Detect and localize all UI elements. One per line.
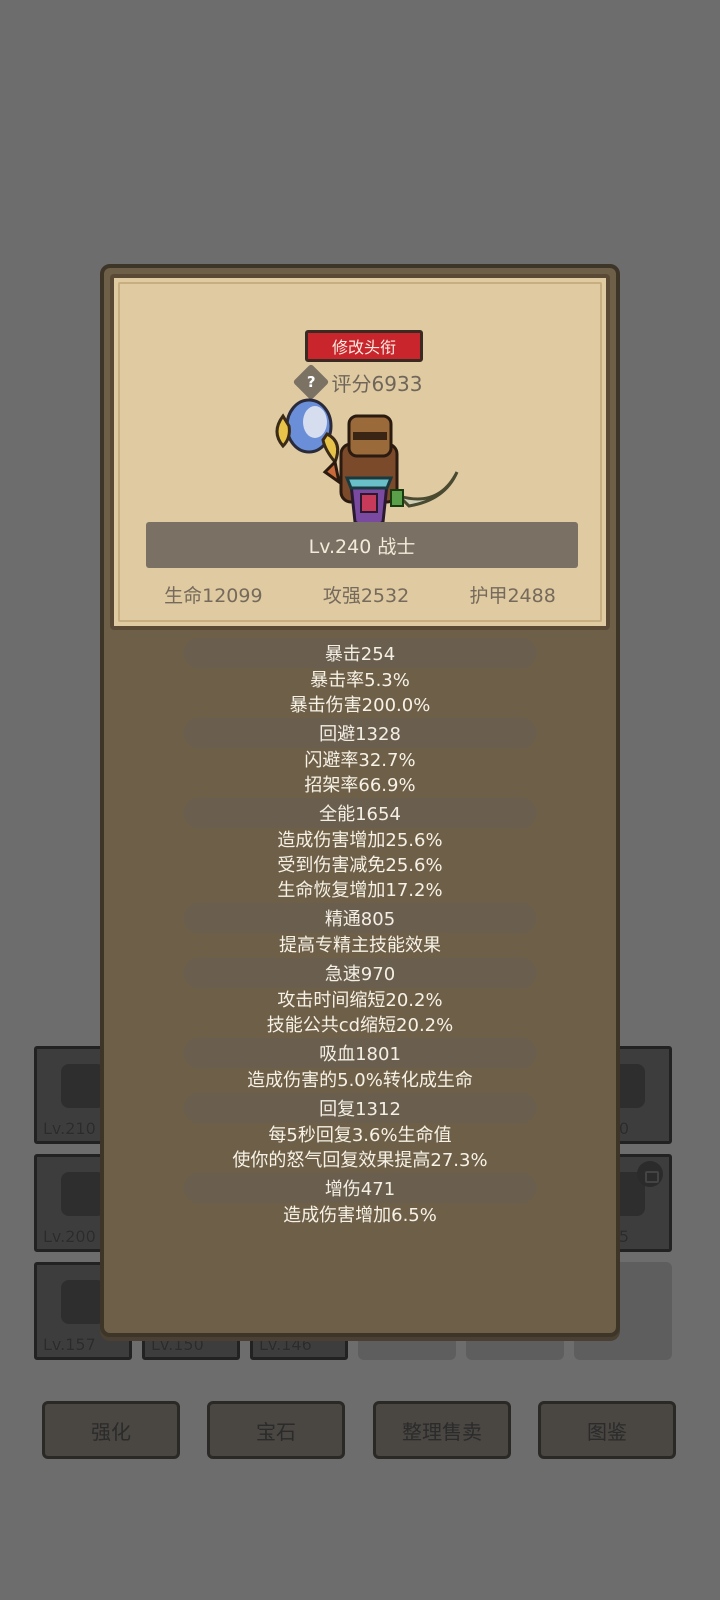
stat-attack-power: 攻强2532: [322, 584, 410, 607]
change-title-button[interactable]: 修改头衔: [305, 330, 423, 362]
stat-armor: 护甲2488: [469, 584, 556, 607]
stat-line: 暴击率5.3%: [310, 670, 410, 691]
stat-line: 造成伤害增加25.6%: [277, 830, 443, 851]
character-stats-modal: 修改头衔 ? 评分6933 Lv.240 战士 生命12099 攻强2532 护…: [100, 264, 620, 1337]
stat-header-mastery: 精通805: [184, 903, 536, 933]
stat-line: 生命恢复增加17.2%: [277, 880, 443, 901]
base-stats: 生命12099 攻强2532 护甲2488: [114, 576, 606, 612]
level-class-bar: Lv.240 战士: [146, 522, 578, 568]
stat-line: 闪避率32.7%: [304, 750, 416, 771]
slot-level: Lv.157: [43, 1335, 96, 1354]
enhance-button[interactable]: 强化: [42, 1401, 180, 1459]
stat-header-lifesteal: 吸血1801: [184, 1038, 536, 1068]
stat-line: 暴击伤害200.0%: [289, 695, 431, 716]
gem-button[interactable]: 宝石: [207, 1401, 345, 1459]
lock-icon: [637, 1161, 663, 1187]
stat-hp: 生命12099: [164, 584, 263, 607]
score-value: 评分6933: [331, 371, 423, 396]
slot-level: Lv.146: [259, 1335, 312, 1354]
stat-header-haste: 急速970: [184, 958, 536, 988]
stat-header-versatility: 全能1654: [184, 798, 536, 828]
stat-header-crit: 暴击254: [184, 638, 536, 668]
stat-header-dodge: 回避1328: [184, 718, 536, 748]
item-icon: [61, 1063, 105, 1108]
item-icon: [61, 1279, 105, 1324]
sort-sell-button[interactable]: 整理售卖: [373, 1401, 511, 1459]
stat-line: 招架率66.9%: [304, 775, 416, 796]
stat-line: 每5秒回复3.6%生命值: [268, 1125, 452, 1146]
stat-line: 提高专精主技能效果: [279, 935, 441, 956]
stat-line: 技能公共cd缩短20.2%: [266, 1015, 454, 1036]
stat-line: 受到伤害减免25.6%: [277, 855, 443, 876]
stat-header-damage-bonus: 增伤471: [184, 1173, 536, 1203]
character-portrait: [275, 398, 459, 532]
slot-level: Lv.200: [43, 1227, 96, 1246]
stat-line: 造成伤害的5.0%转化成生命: [247, 1070, 473, 1091]
score-row: ? 评分6933: [114, 363, 606, 401]
stat-line: 使你的怒气回复效果提高27.3%: [232, 1150, 488, 1171]
stat-line: 造成伤害增加6.5%: [283, 1205, 437, 1226]
codex-button[interactable]: 图鉴: [538, 1401, 676, 1459]
character-card: 修改头衔 ? 评分6933 Lv.240 战士 生命12099 攻强2532 护…: [110, 274, 610, 630]
slot-level: Lv.210: [43, 1119, 96, 1138]
stat-line: 攻击时间缩短20.2%: [277, 990, 443, 1011]
slot-level: Lv.150: [151, 1335, 204, 1354]
detailed-stats: 暴击254 暴击率5.3% 暴击伤害200.0% 回避1328 闪避率32.7%…: [104, 638, 616, 1228]
item-icon: [61, 1171, 105, 1216]
question-icon[interactable]: ?: [292, 363, 329, 401]
stat-header-regen: 回复1312: [184, 1093, 536, 1123]
